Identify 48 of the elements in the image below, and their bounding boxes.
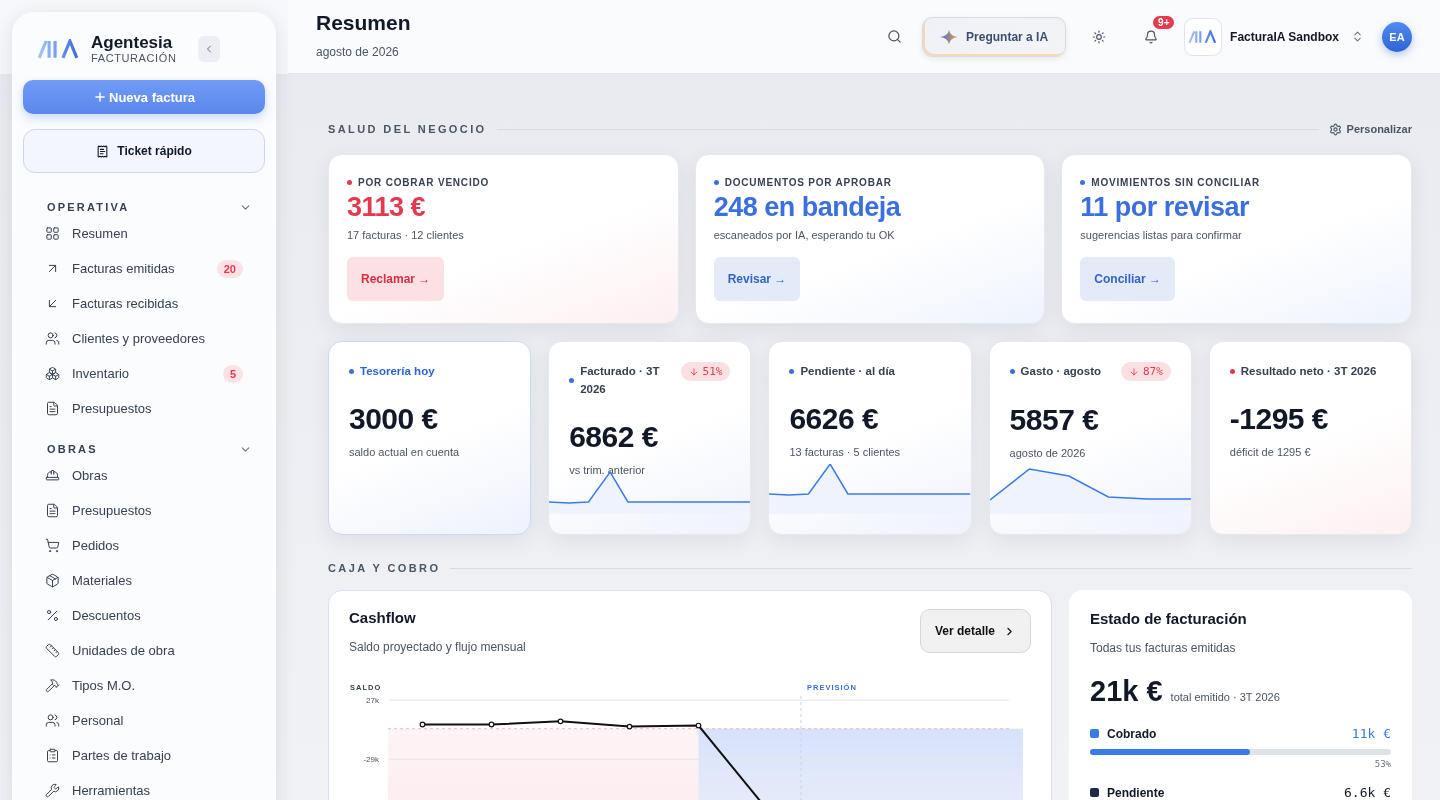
kpi-value: 6862 € <box>569 420 659 454</box>
card-title: Cashflow <box>349 609 417 626</box>
section-title: SALUD DEL NEGOCIO <box>328 123 487 135</box>
kpi-value: 3000 € <box>349 402 439 436</box>
kpi-value: 6626 € <box>789 402 880 436</box>
count-badge: 5 <box>222 364 243 383</box>
axis-tick-label: -29k <box>363 755 379 765</box>
card-label: POR COBRAR VENCIDO <box>347 177 660 188</box>
page-title: Resumen <box>316 10 412 35</box>
kpi-value: 5857 € <box>1009 403 1100 437</box>
kpi-value: -1295 € <box>1229 402 1330 436</box>
card-caption: escaneados por IA, esperando tu OK <box>713 229 896 241</box>
kpi-label: Facturado · 3T 2026 <box>569 362 675 398</box>
card-label: DOCUMENTOS POR APROBAR <box>713 177 1027 188</box>
total-value: 21k € <box>1090 675 1163 708</box>
card-caption: sugerencias listas para confirmar <box>1080 229 1243 241</box>
kpi-label: Gasto · agosto <box>1009 362 1102 380</box>
card-value: 11 por revisar <box>1080 192 1250 223</box>
card-value: 3113 € <box>347 192 427 223</box>
legend-label: Cobrado <box>1107 726 1158 741</box>
kpi-caption: saldo actual en cuenta <box>349 446 461 458</box>
card-subtitle: Todas tus facturas emitidas <box>1090 641 1237 655</box>
kpi-caption: déficit de 1295 € <box>1229 446 1312 458</box>
total-caption: total emitido · 3T 2026 <box>1170 691 1280 703</box>
percent-label: 53% <box>1374 759 1391 769</box>
legend-label: Pendiente <box>1107 785 1166 800</box>
card-value: 248 en bandeja <box>713 192 902 223</box>
brand-name: Agentesia <box>91 34 173 52</box>
axis-tick-label: 27k <box>366 696 379 706</box>
count-badge: 20 <box>216 259 243 278</box>
notification-badge: 9+ <box>1153 15 1175 29</box>
card-caption: 17 facturas · 12 clientes <box>347 229 465 241</box>
kpi-caption: agosto de 2026 <box>1009 447 1087 459</box>
kpi-label: Resultado neto · 3T 2026 <box>1229 362 1377 380</box>
brand-subtitle: FACTURACIÓN <box>91 52 177 64</box>
amount: 6.6k € <box>1344 785 1391 800</box>
change-badge: 51% <box>680 362 731 381</box>
kpi-caption: vs trim. anterior <box>569 464 646 476</box>
card-label: MOVIMIENTOS SIN CONCILIAR <box>1080 177 1393 188</box>
change-badge: 87% <box>1120 362 1171 381</box>
kpi-caption: 13 facturas · 5 clientes <box>789 446 902 458</box>
card-subtitle: Saldo proyectado y flujo mensual <box>349 640 527 654</box>
kpi-label: Pendiente · al día <box>789 362 895 380</box>
amount: 11k € <box>1351 726 1391 741</box>
page-subtitle: agosto de 2026 <box>316 44 400 59</box>
section-title: CAJA Y COBRO <box>328 562 441 574</box>
card-title: Estado de facturación <box>1090 610 1248 627</box>
kpi-label: Tesorería hoy <box>349 362 435 380</box>
